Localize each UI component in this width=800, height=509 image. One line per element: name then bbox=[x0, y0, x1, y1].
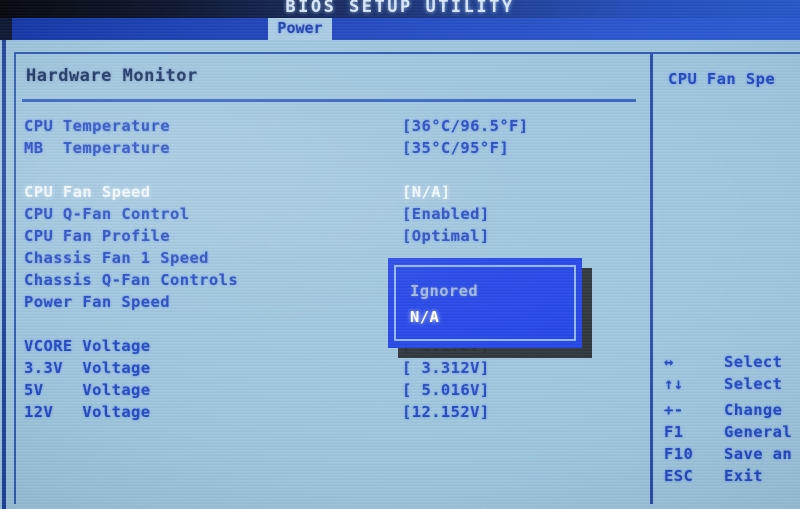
section-divider-rule bbox=[22, 99, 636, 102]
monitor-row-label: 5V Voltage bbox=[24, 381, 151, 399]
monitor-row-value[interactable]: [35°C/95°F] bbox=[402, 139, 509, 157]
monitor-row-label: CPU Temperature bbox=[24, 117, 170, 135]
key-legend-key: F1 bbox=[664, 423, 684, 441]
key-legend-desc: General bbox=[724, 423, 793, 441]
tab-power[interactable]: Power bbox=[268, 18, 332, 40]
window-frame-left bbox=[2, 40, 6, 509]
monitor-row-value[interactable]: [ 3.312V] bbox=[402, 359, 490, 377]
monitor-row-label: Power Fan Speed bbox=[24, 293, 170, 311]
menu-bar-edge bbox=[0, 18, 12, 40]
key-legend-desc: Save an bbox=[724, 445, 793, 463]
key-legend-key: ESC bbox=[664, 467, 694, 485]
section-title: Hardware Monitor bbox=[26, 66, 198, 86]
monitor-row-label: 12V Voltage bbox=[24, 403, 151, 421]
key-legend-desc: Select bbox=[724, 353, 783, 371]
key-legend-key: ↔ bbox=[664, 353, 674, 371]
menu-bar bbox=[0, 18, 800, 40]
monitor-row-label: CPU Q-Fan Control bbox=[24, 205, 190, 223]
page-title: BIOS SETUP UTILITY bbox=[285, 0, 515, 17]
monitor-row-label: Chassis Q-Fan Controls bbox=[24, 271, 239, 289]
key-legend-desc: Change bbox=[724, 401, 783, 419]
monitor-row-value[interactable]: [Enabled] bbox=[402, 205, 490, 223]
monitor-row-label: MB Temperature bbox=[24, 139, 170, 157]
bios-setup-screen: BIOS SETUP UTILITY Power Hardware Monito… bbox=[0, 0, 800, 509]
monitor-row-label: 3.3V Voltage bbox=[24, 359, 151, 377]
key-legend-desc: Exit bbox=[724, 467, 763, 485]
monitor-row-value[interactable]: [Optimal] bbox=[402, 227, 490, 245]
monitor-row-value[interactable]: [36°C/96.5°F] bbox=[402, 117, 529, 135]
help-panel-title: CPU Fan Spe bbox=[668, 70, 776, 88]
monitor-row-label: CPU Fan Profile bbox=[24, 227, 170, 245]
key-legend-desc: Select bbox=[724, 375, 783, 393]
options-dialog-item[interactable]: N/A bbox=[410, 308, 439, 326]
panel-divider bbox=[650, 54, 653, 504]
options-dialog-inner-border bbox=[394, 265, 576, 341]
monitor-row-label: Chassis Fan 1 Speed bbox=[24, 249, 209, 267]
monitor-row-value[interactable]: [ 5.016V] bbox=[402, 381, 490, 399]
monitor-row-label: VCORE Voltage bbox=[24, 337, 151, 355]
key-legend-key: ↑↓ bbox=[664, 375, 684, 393]
monitor-row-label: CPU Fan Speed bbox=[24, 183, 151, 201]
monitor-row-value[interactable]: [N/A] bbox=[402, 183, 451, 201]
key-legend-key: +- bbox=[664, 401, 684, 419]
monitor-row-value[interactable]: [12.152V] bbox=[402, 403, 490, 421]
options-dialog[interactable]: Options IgnoredN/A bbox=[388, 258, 582, 509]
key-legend-key: F10 bbox=[664, 445, 694, 463]
options-dialog-item[interactable]: Ignored bbox=[410, 282, 478, 300]
